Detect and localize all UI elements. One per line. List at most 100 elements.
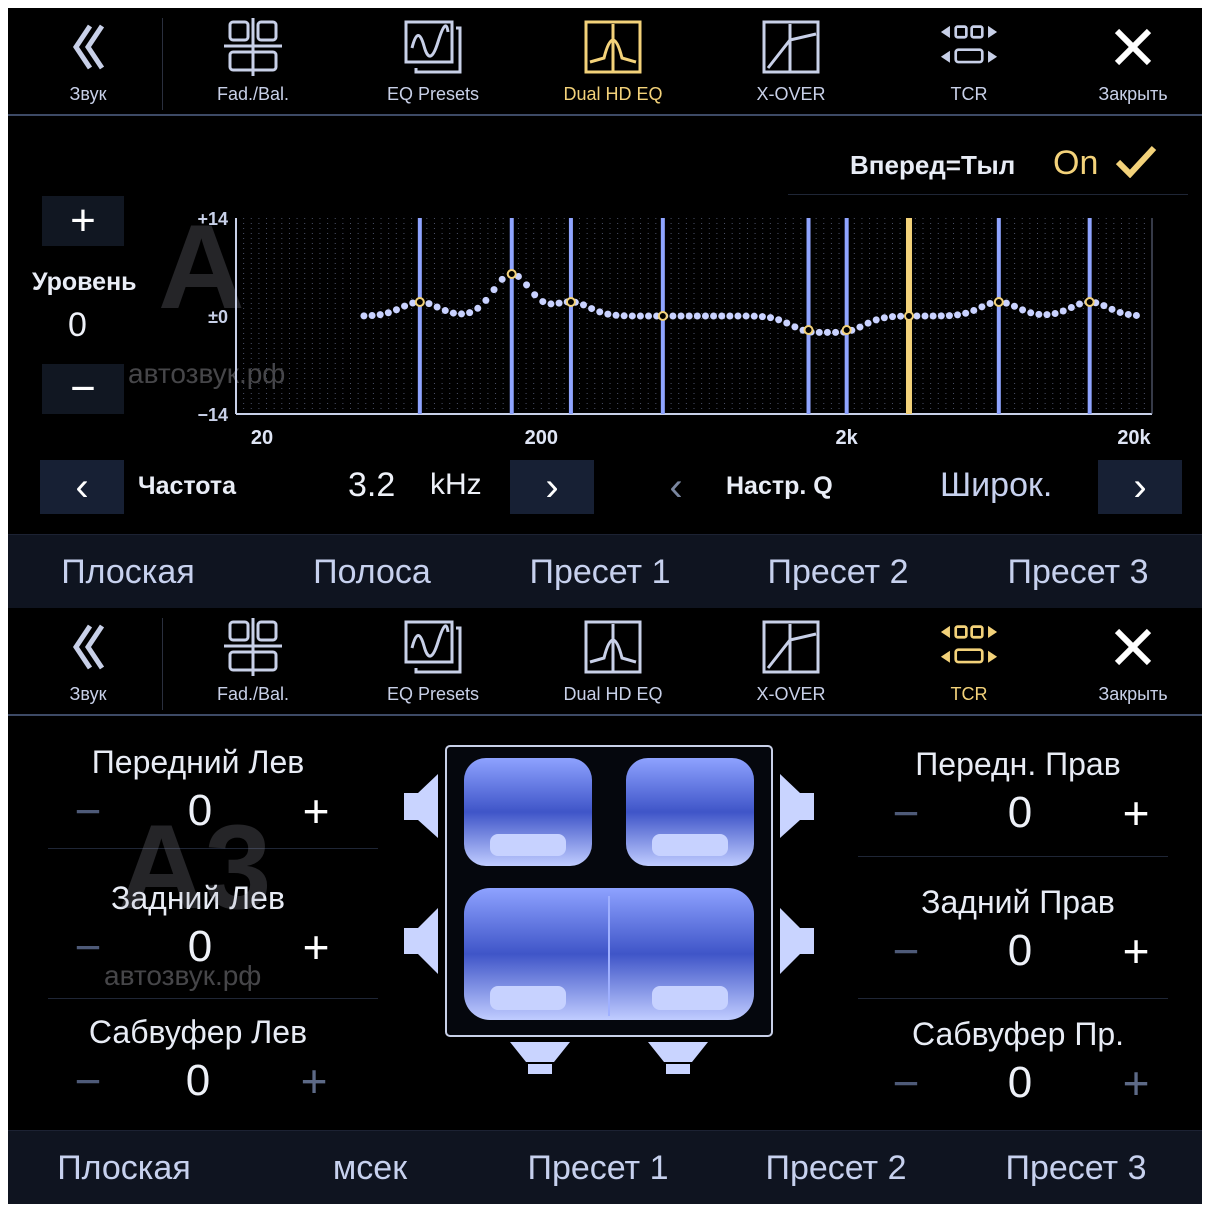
nav-fad-bal-button[interactable]: Fad./Bal. bbox=[178, 608, 328, 714]
front-equals-rear-toggle[interactable]: Вперед=Тыл On bbox=[788, 138, 1188, 195]
response-curve-dot bbox=[441, 307, 449, 315]
sub-left-plus-button[interactable]: + bbox=[284, 1055, 344, 1107]
speaker-front-right-icon bbox=[780, 774, 814, 838]
eq-chart[interactable]: +14 ±0 −14 20 200 2k 20k bbox=[178, 204, 1168, 454]
tab-preset-1[interactable]: Пресет 1 bbox=[498, 1131, 698, 1204]
response-curve-dot bbox=[677, 312, 685, 320]
nav-fad-bal-label: Fad./Bal. bbox=[216, 684, 290, 704]
q-value: Широк. bbox=[940, 466, 1053, 504]
rear-left-plus-button[interactable]: + bbox=[286, 921, 346, 973]
response-curve-dot bbox=[433, 303, 441, 311]
rear-right-minus-button[interactable]: − bbox=[876, 925, 936, 977]
response-curve-dot bbox=[718, 312, 726, 320]
band-gain-marker bbox=[657, 311, 668, 321]
front-left-plus-button[interactable]: + bbox=[286, 785, 346, 837]
nav-tcr-button[interactable]: TCR bbox=[894, 8, 1044, 114]
fader-balance-icon bbox=[222, 18, 284, 76]
nav-x-over-button[interactable]: X-OVER bbox=[716, 608, 866, 714]
tab-preset-3[interactable]: Пресет 3 bbox=[976, 1131, 1176, 1204]
nav-fad-bal-label: Fad./Bal. bbox=[216, 84, 290, 104]
response-curve-dot bbox=[945, 312, 953, 320]
tab-flat[interactable]: Плоская bbox=[24, 1131, 224, 1204]
tab-preset-3[interactable]: Пресет 3 bbox=[978, 535, 1178, 608]
nav-back-button[interactable]: Звук bbox=[18, 608, 158, 714]
level-minus-button[interactable]: − bbox=[42, 364, 124, 414]
nav-eq-presets-label: EQ Presets bbox=[386, 84, 480, 104]
response-curve-dot bbox=[376, 311, 384, 319]
frequency-next-button[interactable]: › bbox=[510, 460, 594, 514]
q-next-button[interactable]: › bbox=[1098, 460, 1182, 514]
nav-dual-hd-eq-label: Dual HD EQ bbox=[563, 84, 663, 104]
response-curve-dot bbox=[1108, 305, 1116, 313]
front-right-plus-button[interactable]: + bbox=[1106, 787, 1166, 839]
q-prev-button[interactable]: ‹ bbox=[634, 460, 718, 514]
nav-dual-hd-eq-button[interactable]: Dual HD EQ bbox=[538, 608, 688, 714]
sub-right-plus-button[interactable]: + bbox=[1106, 1057, 1166, 1109]
nav-back-button[interactable]: Звук bbox=[18, 8, 158, 114]
subwoofer-right-icon bbox=[648, 1042, 708, 1074]
sub-left-minus-button[interactable]: − bbox=[58, 1055, 118, 1107]
band-gain-marker bbox=[565, 297, 576, 307]
response-curve-dot bbox=[360, 312, 368, 320]
rear-right-plus-button[interactable]: + bbox=[1106, 925, 1166, 977]
tab-band[interactable]: Полоса bbox=[272, 535, 472, 608]
rear-right-label: Задний Прав bbox=[921, 884, 1115, 920]
sub-left-label: Сабвуфер Лев bbox=[88, 1014, 308, 1050]
level-plus-button[interactable]: + bbox=[42, 196, 124, 246]
response-curve-dot bbox=[864, 319, 872, 327]
speaker-rear-left-icon bbox=[404, 908, 438, 974]
nav-dual-hd-eq-button[interactable]: Dual HD EQ bbox=[538, 8, 688, 114]
q-label: Настр. Q bbox=[726, 472, 833, 500]
time-correction-icon bbox=[938, 18, 1000, 76]
sub-left-value: 0 bbox=[185, 1056, 211, 1105]
sub-right-minus-button[interactable]: − bbox=[876, 1057, 936, 1109]
response-curve-dot bbox=[523, 281, 531, 289]
nav-x-over-label: X-OVER bbox=[756, 684, 826, 704]
nav-dual-hd-eq-label: Dual HD EQ bbox=[563, 684, 663, 704]
fader-balance-icon bbox=[222, 618, 284, 676]
response-curve-dot bbox=[392, 306, 400, 314]
response-curve-dot bbox=[1051, 309, 1059, 317]
response-curve-dot bbox=[1043, 311, 1051, 319]
response-curve-dot bbox=[750, 312, 758, 320]
response-curve-dot bbox=[539, 298, 547, 306]
x-tick-label: 20 bbox=[251, 427, 273, 449]
tab-preset-2[interactable]: Пресет 2 bbox=[738, 535, 938, 608]
nav-fad-bal-button[interactable]: Fad./Bal. bbox=[178, 8, 328, 114]
response-curve-dot bbox=[970, 306, 978, 314]
nav-back-label: Звук bbox=[69, 684, 107, 704]
response-curve-dot bbox=[783, 319, 791, 327]
nav-close-button[interactable]: Закрыть bbox=[1068, 608, 1198, 714]
front-right-minus-button[interactable]: − bbox=[876, 787, 936, 839]
eq-screen: Звук Fad./Bal. EQ Presets Dual HD EQ X-O… bbox=[8, 8, 1202, 608]
dual-hd-eq-icon bbox=[582, 18, 644, 76]
response-curve-dot bbox=[628, 312, 636, 320]
crossover-icon bbox=[760, 618, 822, 676]
nav-tcr-button[interactable]: TCR bbox=[894, 608, 1044, 714]
car-seat-diagram bbox=[404, 745, 814, 1074]
frequency-unit: kHz bbox=[430, 468, 482, 501]
tab-flat[interactable]: Плоская bbox=[28, 535, 228, 608]
nav-x-over-button[interactable]: X-OVER bbox=[716, 8, 866, 114]
tab-preset-1[interactable]: Пресет 1 bbox=[500, 535, 700, 608]
tab-preset-2[interactable]: Пресет 2 bbox=[736, 1131, 936, 1204]
nav-eq-presets-button[interactable]: EQ Presets bbox=[358, 8, 508, 114]
response-curve-dot bbox=[978, 303, 986, 311]
nav-close-button[interactable]: Закрыть bbox=[1068, 8, 1198, 114]
nav-eq-presets-button[interactable]: EQ Presets bbox=[358, 608, 508, 714]
response-curve-dot bbox=[425, 300, 433, 308]
nav-close-label: Закрыть bbox=[1098, 84, 1168, 104]
nav-close-label: Закрыть bbox=[1098, 684, 1168, 704]
response-curve-dot bbox=[897, 312, 905, 320]
rear-right-value: 0 bbox=[1007, 926, 1033, 975]
response-curve-dot bbox=[937, 312, 945, 320]
watermark-text: автозвук.рф bbox=[104, 960, 262, 991]
speaker-rear-right-icon bbox=[780, 908, 814, 974]
frequency-value: 3.2 bbox=[348, 466, 396, 504]
frequency-prev-button[interactable]: ‹ bbox=[40, 460, 124, 514]
response-curve-dot bbox=[1116, 308, 1124, 316]
response-curve-dot bbox=[490, 286, 498, 294]
tab-msec[interactable]: мсек bbox=[270, 1131, 470, 1204]
response-curve-dot bbox=[954, 311, 962, 319]
front-left-minus-button[interactable]: − bbox=[58, 785, 118, 837]
